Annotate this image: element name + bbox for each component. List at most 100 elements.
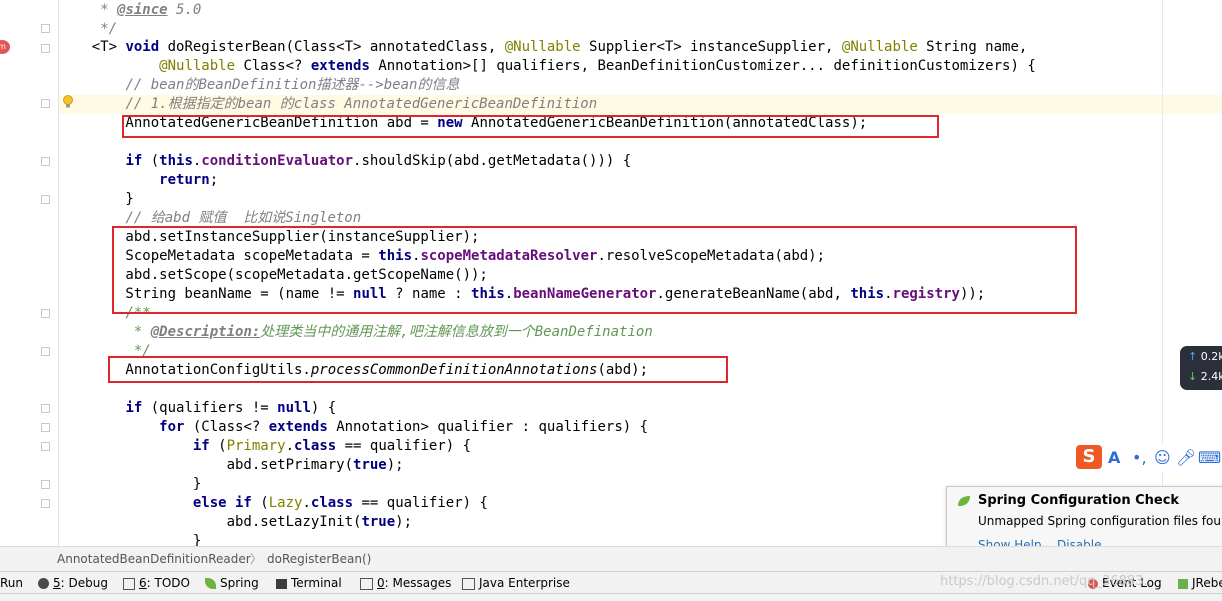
code-token: @Description: xyxy=(150,324,261,340)
debug-tool-button[interactable]: 5: Debug xyxy=(38,572,108,594)
code-line[interactable]: // 1.根据指定的bean 的class AnnotatedGenericBe… xyxy=(58,95,597,114)
code-token: // 1.根据指定的bean 的class AnnotatedGenericBe… xyxy=(125,96,598,112)
network-speed-widget[interactable]: ↑ 0.2k ↓ 2.4k xyxy=(1180,346,1222,390)
code-token: extends xyxy=(268,419,328,435)
fold-icon[interactable] xyxy=(41,195,50,204)
ime-toolbar[interactable]: S A •, ☺ 🎤︎ ⌨ xyxy=(1074,444,1222,472)
code-line[interactable]: // bean的BeanDefinition描述器-->bean的信息 xyxy=(58,76,459,95)
code-token: else if xyxy=(192,495,252,511)
code-token: * xyxy=(125,324,151,340)
messages-icon xyxy=(360,577,373,590)
debug-label: : Debug xyxy=(60,576,108,590)
code-token: void xyxy=(125,39,160,55)
fold-icon[interactable] xyxy=(41,347,50,356)
run-label: Run xyxy=(0,576,24,590)
breadcrumb-class[interactable]: AnnotatedBeanDefinitionReader xyxy=(57,547,251,571)
code-line[interactable]: for (Class<? extends Annotation> qualifi… xyxy=(58,418,648,437)
code-line[interactable]: } xyxy=(58,190,133,209)
fold-icon[interactable] xyxy=(41,404,50,413)
code-token: @Nullable xyxy=(504,39,581,55)
spring-label: Spring xyxy=(220,576,259,590)
code-line[interactable]: @Nullable Class<? extends Annotation>[] … xyxy=(58,57,1036,76)
spring-tool-button[interactable]: Spring xyxy=(205,572,259,594)
code-token: ( xyxy=(251,495,269,511)
code-editor[interactable]: m * @since 5.0 */ <T> void doRegisterBea… xyxy=(0,0,1222,546)
code-token: for xyxy=(159,419,185,435)
code-token: } xyxy=(58,476,202,492)
java-enterprise-tool-button[interactable]: Java Enterprise xyxy=(462,572,570,594)
code-line[interactable]: abd.setPrimary(true); xyxy=(58,456,404,475)
code-line[interactable]: */ xyxy=(58,20,117,39)
highlight-box xyxy=(122,115,939,138)
code-line[interactable]: return; xyxy=(58,171,218,190)
fold-icon[interactable] xyxy=(41,44,50,53)
code-token: ); xyxy=(386,457,404,473)
upload-speed: 0.2k xyxy=(1200,350,1222,363)
todo-tool-button[interactable]: 6: TODO xyxy=(123,572,190,594)
code-token: class xyxy=(294,438,337,454)
code-line[interactable]: if (this.conditionEvaluator.shouldSkip(a… xyxy=(58,152,631,171)
sogou-ime-icon[interactable]: S xyxy=(1076,445,1102,469)
code-line[interactable]: else if (Lazy.class == qualifier) { xyxy=(58,494,488,513)
code-token: // 给abd 赋值 比如说Singleton xyxy=(125,210,362,226)
code-line[interactable]: } xyxy=(58,532,201,546)
fold-icon[interactable] xyxy=(41,309,50,318)
code-line[interactable]: if (Primary.class == qualifier) { xyxy=(58,437,471,456)
editor-gutter[interactable] xyxy=(0,0,58,546)
code-token: return xyxy=(159,172,210,188)
fold-icon[interactable] xyxy=(41,480,50,489)
code-token: String name, xyxy=(917,39,1028,55)
code-token: null xyxy=(277,400,311,416)
code-line[interactable]: * @since 5.0 xyxy=(58,1,201,20)
code-token: @Nullable xyxy=(159,58,236,74)
code-token: @since xyxy=(117,2,168,18)
fold-icon[interactable] xyxy=(41,423,50,432)
fold-icon[interactable] xyxy=(41,99,50,108)
code-line[interactable]: * @Description:处理类当中的通用注解,吧注解信息放到一个BeanD… xyxy=(58,323,653,342)
messages-tool-button[interactable]: 0: Messages xyxy=(360,572,451,594)
run-tool-button[interactable]: Run xyxy=(0,572,23,594)
breadcrumb: AnnotatedBeanDefinitionReader 〉 doRegist… xyxy=(0,546,1222,571)
fold-icon[interactable] xyxy=(41,499,50,508)
code-token: Supplier<T> instanceSupplier, xyxy=(580,39,842,55)
code-line[interactable]: if (qualifiers != null) { xyxy=(58,399,336,418)
code-token: true xyxy=(361,514,396,530)
breadcrumb-method[interactable]: doRegisterBean() xyxy=(267,547,371,571)
code-token: if xyxy=(125,400,143,416)
fold-icon[interactable] xyxy=(41,157,50,166)
watermark: https://blog.csdn.net/qq_36883... xyxy=(940,574,1156,589)
code-line[interactable]: } xyxy=(58,475,201,494)
terminal-tool-button[interactable]: Terminal xyxy=(276,572,342,594)
download-speed: 2.4k xyxy=(1200,370,1222,383)
code-line[interactable]: abd.setLazyInit(true); xyxy=(58,513,412,532)
code-token: abd.setLazyInit( xyxy=(58,514,362,530)
code-line[interactable]: <T> void doRegisterBean(Class<T> annotat… xyxy=(58,38,1028,57)
fold-icon[interactable] xyxy=(41,24,50,33)
code-token: doRegisterBean(Class<T> annotatedClass, xyxy=(159,39,505,55)
jrebel-tool-button[interactable]: JRebel xyxy=(1178,572,1222,594)
code-token: (qualifiers != xyxy=(142,400,278,416)
todo-shortcut: 6 xyxy=(139,576,147,590)
spring-leaf-icon xyxy=(958,496,970,506)
keyboard-icon[interactable]: ⌨ xyxy=(1198,448,1221,467)
microphone-icon[interactable]: 🎤︎ xyxy=(1176,448,1196,467)
emoji-icon[interactable]: ☺ xyxy=(1154,448,1171,467)
code-token: (Class<? xyxy=(184,419,269,435)
spring-leaf-icon xyxy=(205,578,216,589)
java-enterprise-icon xyxy=(462,577,475,590)
todo-label: : TODO xyxy=(146,576,190,590)
code-token: Annotation> qualifier : qualifiers) { xyxy=(327,419,649,435)
code-token: * xyxy=(58,2,118,18)
language-mode-icon[interactable]: A xyxy=(1108,448,1120,467)
punctuation-icon[interactable]: •, xyxy=(1132,448,1147,467)
fold-icon[interactable] xyxy=(41,442,50,451)
code-token: if xyxy=(125,153,143,169)
code-token: ; xyxy=(209,172,219,188)
todo-icon xyxy=(123,577,135,590)
code-token: // bean的BeanDefinition描述器-->bean的信息 xyxy=(125,77,460,93)
